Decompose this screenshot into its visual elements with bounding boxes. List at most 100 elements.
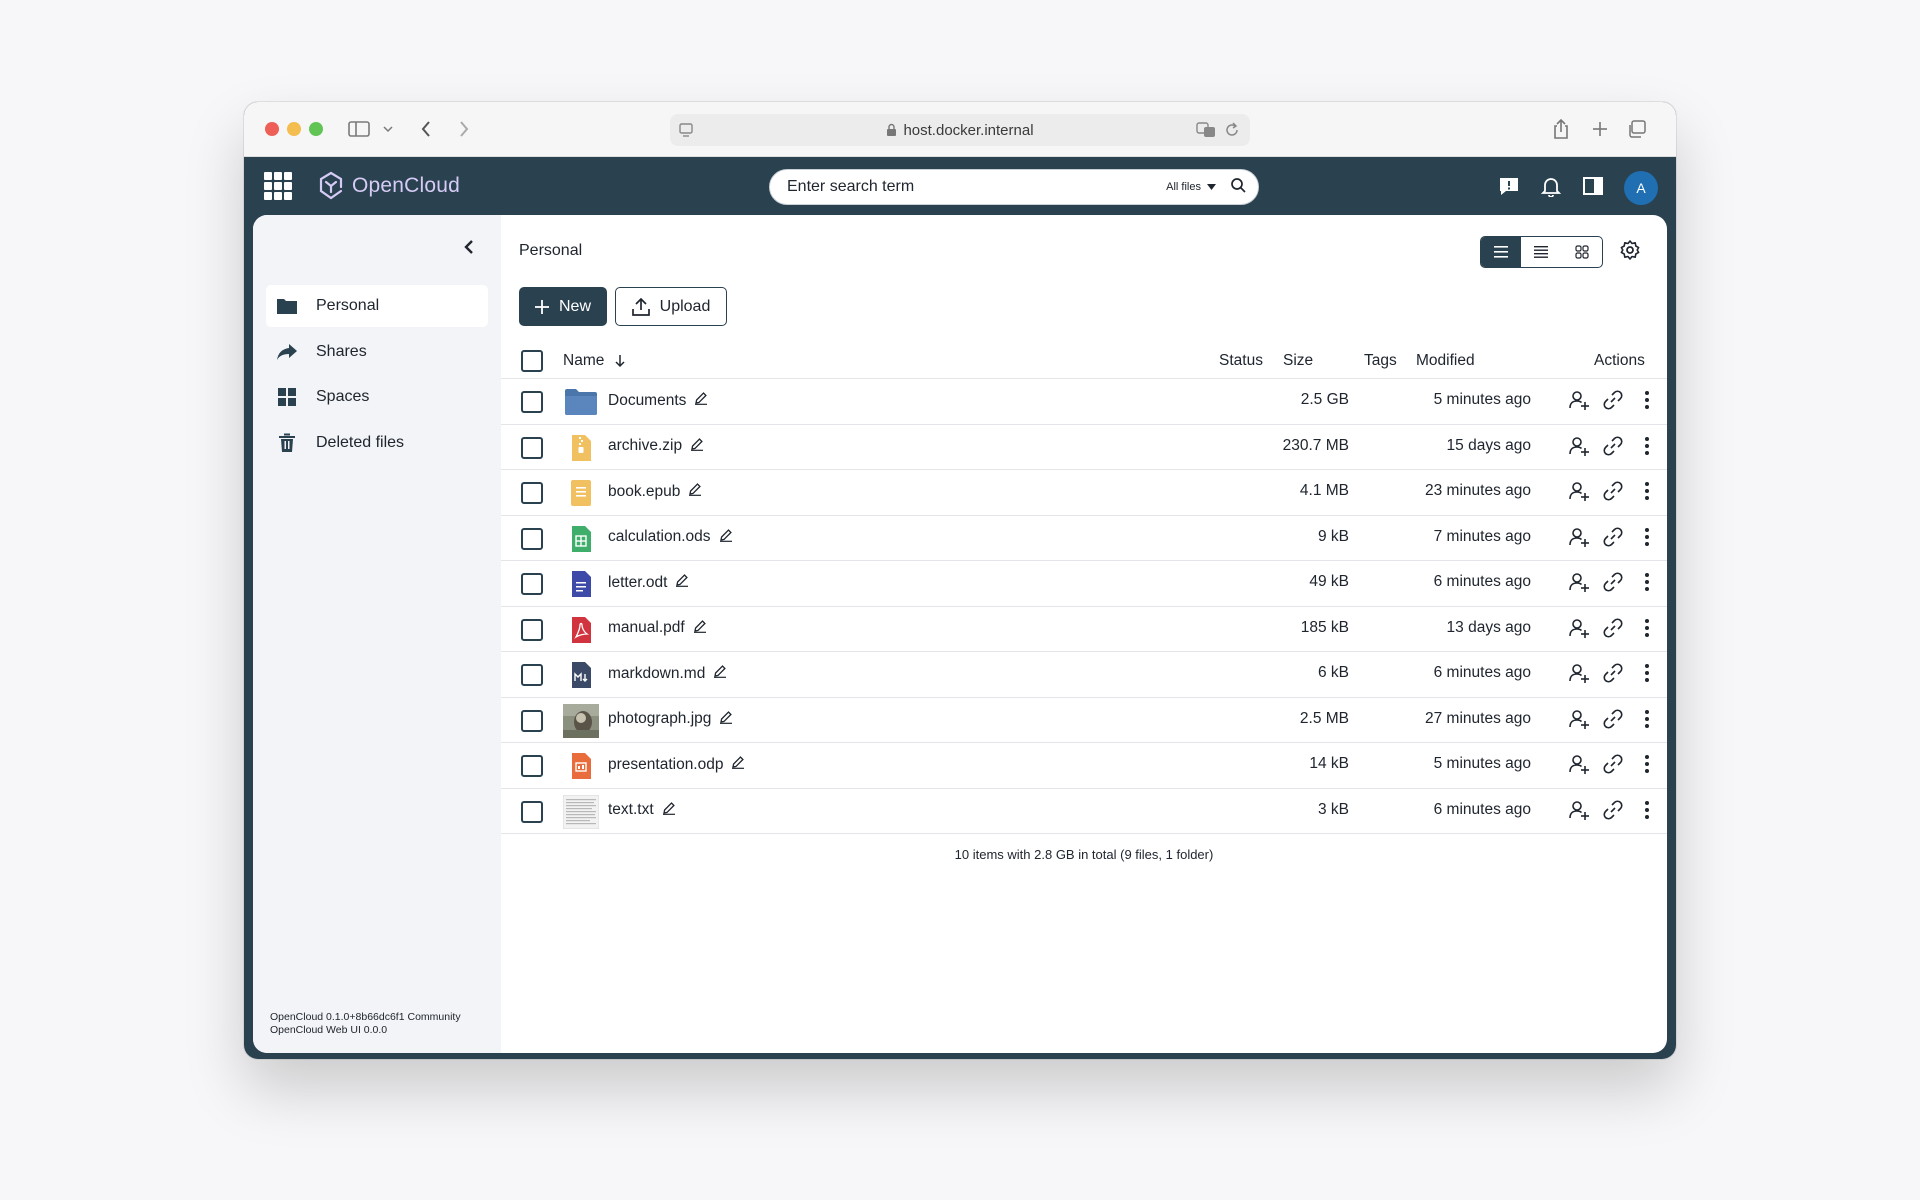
rename-pencil-icon[interactable] <box>693 619 707 638</box>
new-tab-icon[interactable] <box>1592 116 1608 142</box>
search-icon[interactable] <box>1230 177 1246 198</box>
copy-link-icon[interactable] <box>1602 662 1624 689</box>
more-actions-icon[interactable] <box>1644 800 1650 825</box>
view-tiles-button[interactable] <box>1562 237 1602 267</box>
share-with-people-icon[interactable] <box>1568 617 1590 644</box>
user-avatar[interactable]: A <box>1624 171 1658 205</box>
rename-pencil-icon[interactable] <box>731 755 745 774</box>
file-name-link[interactable]: book.epub <box>608 483 680 501</box>
feedback-icon[interactable] <box>1498 175 1520 202</box>
more-actions-icon[interactable] <box>1644 618 1650 643</box>
column-size-header[interactable]: Size <box>1283 352 1313 370</box>
share-with-people-icon[interactable] <box>1568 708 1590 735</box>
copy-link-icon[interactable] <box>1602 799 1624 826</box>
file-name-link[interactable]: text.txt <box>608 801 654 819</box>
more-actions-icon[interactable] <box>1644 436 1650 461</box>
sidebar-item-shares[interactable]: Shares <box>266 331 488 373</box>
zoom-window-button[interactable] <box>309 122 323 136</box>
table-row[interactable]: photograph.jpg 2.5 MB 27 minutes ago <box>501 698 1667 743</box>
share-with-people-icon[interactable] <box>1568 526 1590 553</box>
file-name-link[interactable]: photograph.jpg <box>608 710 711 728</box>
more-actions-icon[interactable] <box>1644 754 1650 779</box>
chevron-down-icon[interactable] <box>383 116 393 142</box>
rename-pencil-icon[interactable] <box>713 664 727 683</box>
more-actions-icon[interactable] <box>1644 390 1650 415</box>
side-panel-toggle-icon[interactable] <box>1582 175 1604 202</box>
table-row[interactable]: letter.odt 49 kB 6 minutes ago <box>501 561 1667 607</box>
file-name-link[interactable]: Documents <box>608 392 686 410</box>
sidebar-item-spaces[interactable]: Spaces <box>266 376 488 418</box>
upload-button[interactable]: Upload <box>615 287 727 326</box>
share-with-people-icon[interactable] <box>1568 435 1590 462</box>
share-with-people-icon[interactable] <box>1568 753 1590 780</box>
row-checkbox[interactable] <box>521 482 543 504</box>
share-with-people-icon[interactable] <box>1568 480 1590 507</box>
row-checkbox[interactable] <box>521 709 543 732</box>
rename-pencil-icon[interactable] <box>690 437 704 456</box>
copy-link-icon[interactable] <box>1602 389 1624 416</box>
brand-logo[interactable]: OpenCloud <box>318 171 460 201</box>
translate-icon[interactable] <box>1196 121 1216 143</box>
share-with-people-icon[interactable] <box>1568 799 1590 826</box>
more-actions-icon[interactable] <box>1644 481 1650 506</box>
table-row[interactable]: text.txt 3 kB 6 minutes ago <box>501 789 1667 834</box>
share-with-people-icon[interactable] <box>1568 571 1590 598</box>
copy-link-icon[interactable] <box>1602 480 1624 507</box>
copy-link-icon[interactable] <box>1602 753 1624 780</box>
row-checkbox[interactable] <box>521 664 543 686</box>
column-modified-header[interactable]: Modified <box>1416 352 1475 370</box>
notifications-bell-icon[interactable] <box>1540 175 1562 202</box>
file-name-link[interactable]: archive.zip <box>608 437 682 455</box>
more-actions-icon[interactable] <box>1644 663 1650 688</box>
row-checkbox[interactable] <box>521 800 543 823</box>
share-with-people-icon[interactable] <box>1568 662 1590 689</box>
file-name-link[interactable]: presentation.odp <box>608 756 723 774</box>
table-row[interactable]: calculation.ods 9 kB 7 minutes ago <box>501 516 1667 561</box>
file-name-link[interactable]: manual.pdf <box>608 619 685 637</box>
address-bar[interactable]: host.docker.internal <box>670 114 1250 146</box>
table-row[interactable]: markdown.md 6 kB 6 minutes ago <box>501 652 1667 698</box>
back-icon[interactable] <box>420 116 432 142</box>
table-row[interactable]: presentation.odp 14 kB 5 minutes ago <box>501 743 1667 789</box>
rename-pencil-icon[interactable] <box>719 710 733 729</box>
column-name-header[interactable]: Name <box>563 352 626 370</box>
table-row[interactable]: archive.zip 230.7 MB 15 days ago <box>501 425 1667 470</box>
sidebar-toggle-icon[interactable] <box>348 116 370 142</box>
rename-pencil-icon[interactable] <box>719 528 733 547</box>
view-condensed-button[interactable] <box>1521 237 1561 267</box>
tab-overview-icon[interactable] <box>1627 116 1647 142</box>
settings-gear-icon[interactable] <box>1619 239 1641 266</box>
forward-icon[interactable] <box>458 116 470 142</box>
new-button[interactable]: New <box>519 287 607 326</box>
search-input[interactable] <box>787 178 1167 196</box>
table-row[interactable]: manual.pdf 185 kB 13 days ago <box>501 607 1667 652</box>
sidebar-item-personal[interactable]: Personal <box>266 285 488 327</box>
collapse-sidebar-icon[interactable] <box>463 239 475 260</box>
copy-link-icon[interactable] <box>1602 617 1624 644</box>
rename-pencil-icon[interactable] <box>688 482 702 501</box>
row-checkbox[interactable] <box>521 573 543 595</box>
copy-link-icon[interactable] <box>1602 526 1624 553</box>
copy-link-icon[interactable] <box>1602 571 1624 598</box>
rename-pencil-icon[interactable] <box>662 801 676 820</box>
share-icon[interactable] <box>1552 116 1570 142</box>
select-all-checkbox[interactable] <box>521 350 543 372</box>
app-switcher-icon[interactable] <box>264 172 292 200</box>
rename-pencil-icon[interactable] <box>675 573 689 592</box>
copy-link-icon[interactable] <box>1602 435 1624 462</box>
view-list-button[interactable] <box>1481 237 1522 267</box>
file-name-link[interactable]: calculation.ods <box>608 528 711 546</box>
row-checkbox[interactable] <box>521 618 543 641</box>
more-actions-icon[interactable] <box>1644 572 1650 597</box>
minimize-window-button[interactable] <box>287 122 301 136</box>
breadcrumb[interactable]: Personal <box>519 242 582 260</box>
close-window-button[interactable] <box>265 122 279 136</box>
copy-link-icon[interactable] <box>1602 708 1624 735</box>
file-name-link[interactable]: markdown.md <box>608 665 705 683</box>
more-actions-icon[interactable] <box>1644 709 1650 734</box>
row-checkbox[interactable] <box>521 391 543 413</box>
sidebar-item-deleted-files[interactable]: Deleted files <box>266 422 488 464</box>
search-scope-dropdown[interactable]: All files <box>1166 181 1216 193</box>
row-checkbox[interactable] <box>521 755 543 777</box>
reload-icon[interactable] <box>1224 121 1240 143</box>
